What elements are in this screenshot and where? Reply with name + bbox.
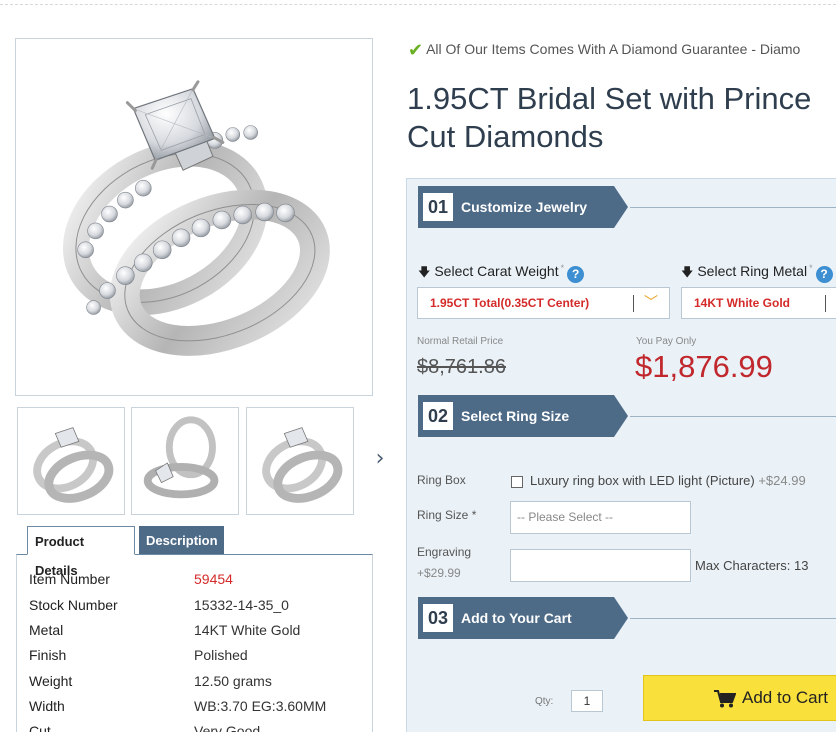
detail-value: 15332-14-35_0: [194, 597, 289, 613]
ring-set-image: [62, 80, 330, 356]
guarantee-text: All Of Our Items Comes With A Diamond Gu…: [426, 41, 801, 57]
ring-size-label: Ring Size *: [417, 508, 477, 522]
required-mark: *: [560, 263, 565, 273]
ring-thumbnail-image: [33, 427, 114, 503]
step-select-ring-size: 02 Select Ring Size: [418, 395, 628, 437]
retail-price-label: Normal Retail Price: [417, 336, 504, 347]
detail-label: Width: [29, 698, 65, 714]
step-customize-jewelry: 01 Customize Jewelry: [418, 186, 628, 228]
detail-row-weight: Weight 12.50 grams: [29, 671, 369, 691]
guarantee-banner: ✔ All Of Our Items Comes With A Diamond G…: [408, 40, 800, 61]
step-divider: [630, 416, 836, 417]
chevron-down-icon: ﹀: [644, 295, 658, 311]
product-title: 1.95CT Bridal Set with Prince Cut Diamon…: [407, 80, 836, 156]
step-add-to-cart: 03 Add to Your Cart: [418, 597, 628, 639]
quantity-label: Qty:: [535, 696, 554, 707]
step-number: 01: [423, 193, 453, 221]
pay-price-label: You Pay Only: [636, 336, 697, 347]
ring-metal-select[interactable]: 14KT White Gold: [681, 287, 836, 319]
down-arrow-icon: 🡇: [681, 265, 694, 279]
detail-row-metal: Metal 14KT White Gold: [29, 620, 369, 640]
top-divider: [0, 4, 836, 5]
engraving-label: Engraving: [417, 545, 472, 559]
carat-weight-label-text: Select Carat Weight: [434, 263, 559, 279]
step-label: Add to Your Cart: [461, 610, 572, 626]
ring-metal-value: 14KT White Gold: [694, 296, 790, 310]
step-divider: [630, 618, 836, 619]
detail-row-stock-number: Stock Number 15332-14-35_0: [29, 595, 369, 615]
ring-box-option-price: +$24.99: [758, 473, 806, 488]
detail-value: 59454: [194, 571, 233, 587]
tab-product-details[interactable]: Product Details: [27, 526, 135, 578]
step-label: Customize Jewelry: [461, 199, 588, 215]
detail-row-width: Width WB:3.70 EG:3.60MM: [29, 696, 369, 716]
detail-label: Weight: [29, 673, 73, 689]
detail-label: Metal: [29, 622, 64, 638]
detail-row-finish: Finish Polished: [29, 645, 369, 665]
detail-row-cut: Cut Very Good: [29, 721, 369, 732]
ring-box-option-text: Luxury ring box with LED light (Picture): [530, 473, 755, 488]
carat-weight-value: 1.95CT Total(0.35CT Center): [430, 296, 590, 310]
tab-description[interactable]: Description: [139, 526, 224, 555]
product-title-line-2: Cut Diamonds: [407, 119, 604, 154]
ring-size-select[interactable]: -- Please Select --: [510, 501, 691, 534]
product-title-line-1: 1.95CT Bridal Set with Prince: [407, 81, 812, 116]
ring-box-option[interactable]: Luxury ring box with LED light (Picture)…: [530, 473, 806, 488]
main-product-image[interactable]: [15, 38, 373, 396]
add-to-cart-button[interactable]: Add to Cart: [643, 675, 836, 721]
ring-metal-label: 🡇 Select Ring Metal *?: [681, 263, 833, 284]
detail-label: Stock Number: [29, 597, 118, 613]
ring-metal-label-text: Select Ring Metal: [697, 263, 808, 279]
engraving-price: +$29.99: [417, 566, 461, 580]
ring-thumbnail-image: [143, 416, 219, 499]
step-label: Select Ring Size: [461, 408, 570, 424]
carat-weight-label: 🡇 Select Carat Weight *?: [418, 263, 585, 284]
cart-icon: [714, 690, 736, 708]
thumbnail-2[interactable]: [131, 407, 239, 515]
check-icon: ✔: [408, 40, 424, 61]
add-to-cart-label: Add to Cart: [742, 688, 828, 707]
help-icon[interactable]: ?: [567, 266, 585, 283]
thumbnail-1[interactable]: [17, 407, 125, 515]
engraving-max-characters: Max Characters: 13: [695, 558, 809, 573]
detail-value: 12.50 grams: [194, 673, 272, 689]
ring-box-label: Ring Box: [417, 473, 466, 487]
configuration-panel: [406, 178, 836, 732]
detail-value: 14KT White Gold: [194, 622, 301, 638]
quantity-input[interactable]: 1: [571, 690, 603, 712]
step-divider: [630, 207, 836, 208]
required-mark: *: [809, 263, 813, 273]
step-number: 02: [423, 402, 453, 430]
ring-box-checkbox[interactable]: [511, 476, 523, 488]
down-arrow-icon: 🡇: [418, 265, 431, 279]
retail-price: $8,761.86: [417, 356, 506, 378]
detail-value: Polished: [194, 647, 248, 663]
detail-value: Very Good: [194, 723, 261, 732]
help-icon[interactable]: ?: [815, 266, 833, 283]
chevron-right-icon[interactable]: ›: [370, 448, 390, 470]
pay-price: $1,876.99: [635, 349, 773, 384]
detail-value: WB:3.70 EG:3.60MM: [194, 698, 327, 714]
carat-weight-select[interactable]: 1.95CT Total(0.35CT Center) ﹀: [417, 287, 670, 319]
thumbnail-3[interactable]: [246, 407, 354, 515]
detail-label: Cut: [29, 723, 51, 732]
engraving-input[interactable]: [510, 549, 691, 582]
ring-thumbnail-image: [262, 427, 343, 503]
step-number: 03: [423, 604, 453, 632]
detail-label: Finish: [29, 647, 67, 663]
detail-row-item-number: Item Number 59454: [29, 569, 369, 589]
